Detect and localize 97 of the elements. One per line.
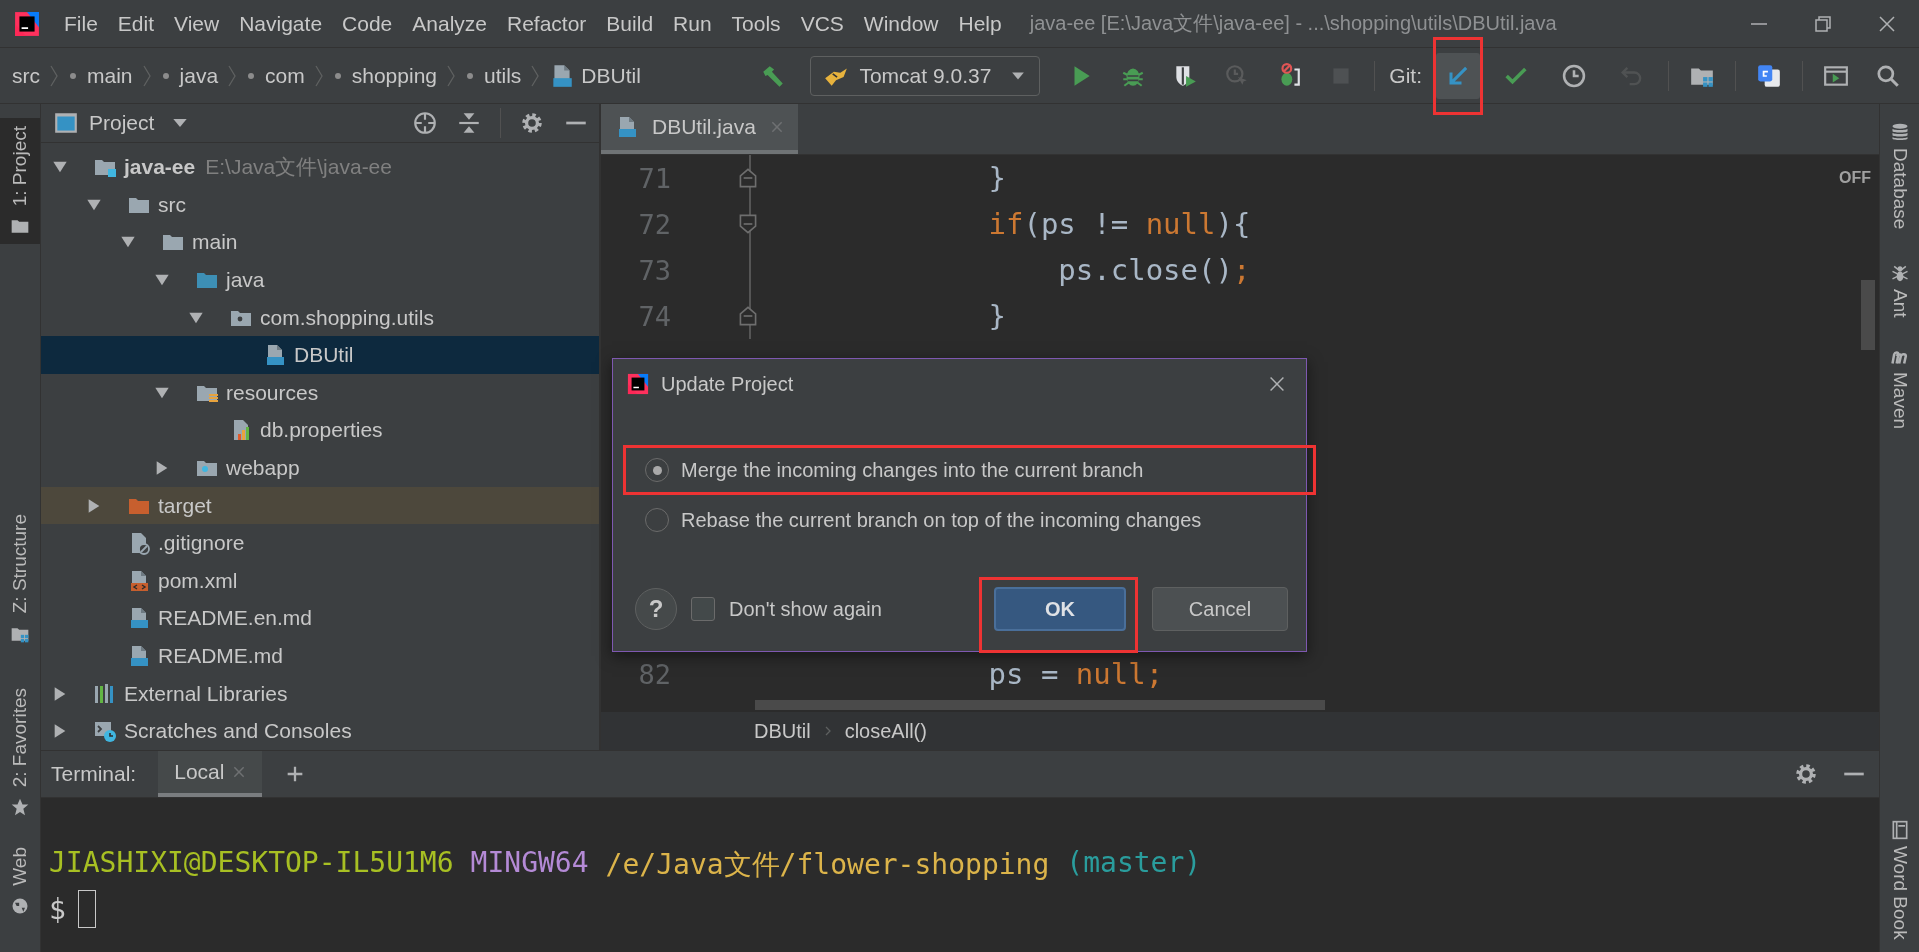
- radio-option[interactable]: Merge the incoming changes into the current branch: [645, 449, 1306, 491]
- menu-item[interactable]: VCS: [800, 11, 844, 36]
- tree-item[interactable]: Scratches and Consoles: [41, 712, 599, 750]
- breadcrumb-item[interactable]: java: [179, 63, 219, 88]
- line-number: 82: [637, 658, 671, 690]
- expand-arrow-icon[interactable]: [52, 685, 68, 702]
- breadcrumb-item[interactable]: com: [265, 63, 305, 88]
- line-number: 72: [637, 208, 671, 240]
- prompt-text: JIASHIXI@DESKTOP-IL5U1M6: [49, 846, 454, 881]
- tool-window-tab[interactable]: Z: Structure: [0, 506, 40, 652]
- tree-item[interactable]: main: [41, 223, 599, 262]
- tree-item[interactable]: com.shopping.utils: [41, 298, 599, 337]
- expand-arrow-icon[interactable]: [154, 460, 170, 477]
- line-number: 73: [637, 254, 671, 286]
- tool-window-tab[interactable]: Ant: [1888, 263, 1911, 318]
- arrow-button[interactable]: [1436, 52, 1480, 99]
- tree-item[interactable]: README.en.md: [41, 599, 599, 638]
- text-cursor: [77, 890, 96, 928]
- tree-item[interactable]: target: [41, 486, 599, 525]
- menu-item[interactable]: Code: [342, 11, 393, 36]
- menu-item[interactable]: Analyze: [412, 11, 487, 36]
- menu-item[interactable]: File: [64, 11, 98, 36]
- expand-arrow-icon[interactable]: [52, 723, 68, 740]
- checkbox[interactable]: Don't show again: [691, 597, 882, 621]
- line-number: 71: [637, 162, 671, 194]
- breadcrumb-item[interactable]: utils: [484, 63, 522, 88]
- menu-item[interactable]: Refactor: [507, 11, 587, 36]
- breadcrumb-item[interactable]: DBUtil: [754, 719, 811, 743]
- tool-window-tab[interactable]: Word Book: [1888, 820, 1911, 940]
- breadcrumb-item[interactable]: src: [12, 63, 40, 88]
- app-logo-icon: [627, 373, 649, 395]
- git-label: Git:: [1389, 63, 1422, 88]
- package-dot-icon: [246, 70, 257, 81]
- expand-arrow-icon[interactable]: [86, 497, 102, 514]
- prompt-symbol: $: [49, 892, 66, 926]
- window-title: java-ee [E:\Java文件\java-ee] - ...\shopping\utils\DBUtil.java: [1029, 11, 1557, 36]
- prompt-text: /e/Java文件/flower-shopping: [605, 847, 1050, 883]
- package-dot-icon: [332, 70, 343, 81]
- code-line: }: [987, 299, 1006, 333]
- package-dot-icon: [465, 70, 475, 81]
- crosshair-icon[interactable]: [412, 109, 438, 136]
- menu-item[interactable]: Window: [863, 11, 939, 36]
- terminal-tab[interactable]: Local: [158, 751, 263, 797]
- settings-icon[interactable]: [1793, 761, 1819, 787]
- run-config-dropdown[interactable]: Tomcat 9.0.37: [810, 55, 1041, 96]
- scrollbar-thumb[interactable]: [1861, 280, 1875, 350]
- menu-item[interactable]: Edit: [117, 11, 155, 36]
- caret-icon[interactable]: [172, 116, 189, 129]
- tool-window-tab[interactable]: 1: Project: [0, 118, 40, 245]
- scrollbar-thumb[interactable]: [755, 700, 1325, 710]
- code-line: if(ps != null){: [987, 207, 1251, 241]
- package-dot-icon: [160, 70, 171, 81]
- menu-item[interactable]: Build: [606, 11, 654, 36]
- dialog-title: Update Project: [661, 372, 794, 396]
- tree-item[interactable]: External Libraries: [41, 674, 599, 713]
- tree-item[interactable]: resources: [41, 374, 599, 412]
- tree-item[interactable]: db.properties: [41, 411, 599, 450]
- menu-item[interactable]: Run: [673, 11, 712, 36]
- ok-button[interactable]: OK: [994, 587, 1126, 631]
- code-line: }: [987, 161, 1006, 195]
- breadcrumb-item[interactable]: shopping: [351, 63, 437, 88]
- app-logo-icon: [14, 10, 40, 37]
- tree-item[interactable]: .gitignore: [41, 524, 599, 563]
- tree-item[interactable]: webapp: [41, 449, 599, 487]
- tree-item[interactable]: src: [41, 186, 599, 224]
- prompt-text: (master): [1066, 846, 1202, 881]
- breadcrumb-item[interactable]: DBUtil: [581, 63, 641, 88]
- tree-item[interactable]: DBUtil: [41, 336, 599, 375]
- panel-title[interactable]: Project: [89, 110, 155, 135]
- tool-window-tab[interactable]: Web: [0, 838, 40, 924]
- scratches-icon: [93, 719, 117, 744]
- tool-window-tab[interactable]: 2: Favorites: [0, 679, 40, 825]
- cancel-button[interactable]: Cancel: [1152, 587, 1288, 631]
- menu-item[interactable]: Help: [958, 11, 1002, 36]
- menu-item[interactable]: Tools: [731, 11, 781, 36]
- terminal-label: Terminal:: [51, 762, 137, 786]
- menu-item[interactable]: View: [174, 11, 220, 36]
- inspection-label: OFF: [1839, 169, 1871, 187]
- code-line: ps.close();: [1057, 253, 1251, 287]
- breadcrumb-item[interactable]: closeAll(): [844, 719, 927, 743]
- caret-icon: [1011, 70, 1026, 81]
- code-line: ps = null;: [987, 657, 1164, 691]
- tool-window-tab[interactable]: Database: [1888, 122, 1911, 230]
- prompt-text: MINGW64: [470, 846, 589, 881]
- tree-item[interactable]: pom.xml: [41, 562, 599, 600]
- ant-icon: [1889, 263, 1910, 284]
- breadcrumb-item[interactable]: main: [87, 63, 133, 88]
- tree-item[interactable]: java: [41, 261, 599, 299]
- editor-tab[interactable]: DBUtil.java: [601, 104, 798, 154]
- line-number: 74: [637, 300, 671, 332]
- package-dot-icon: [68, 70, 78, 81]
- radio-option[interactable]: Rebase the current branch on top of the incoming changes: [645, 499, 1306, 541]
- help-button[interactable]: ?: [635, 588, 677, 630]
- tree-item[interactable]: README.md: [41, 637, 599, 675]
- tree-item[interactable]: java-ee E:\Java文件\java-ee: [41, 148, 599, 187]
- tool-window-tab[interactable]: Maven: [1888, 345, 1911, 429]
- menu-item[interactable]: Navigate: [239, 11, 323, 36]
